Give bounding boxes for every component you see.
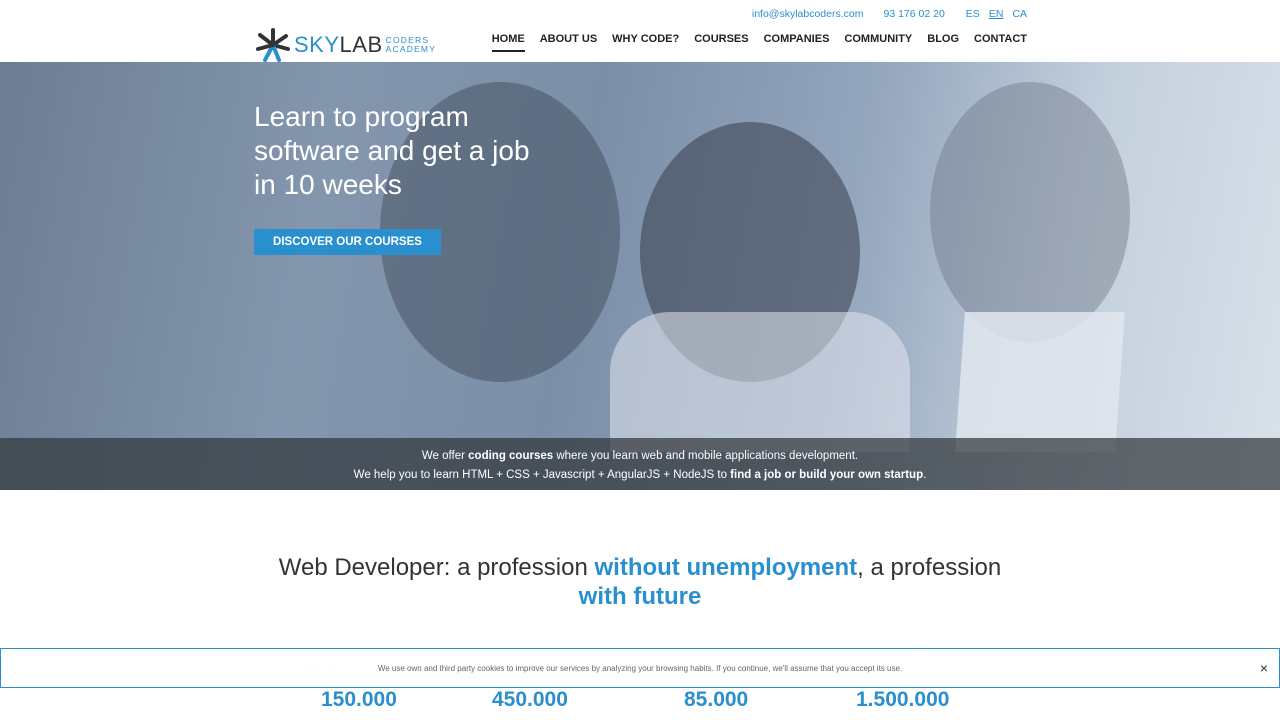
hero-photo-laptop (955, 312, 1125, 452)
discover-courses-button[interactable]: DISCOVER OUR COURSES (254, 229, 441, 255)
hero-photo-person-3 (930, 82, 1130, 342)
hero-line1-prefix: We offer (421, 450, 469, 462)
nav-courses[interactable]: COURSES (694, 33, 748, 52)
section-headline: Web Developer: a profession without unem… (0, 553, 1280, 611)
hero-banner: Learn to program software and get a job … (0, 62, 1280, 490)
hero-line1-suffix: where you learn web and mobile applicati… (553, 450, 859, 462)
nav-companies[interactable]: COMPANIES (764, 33, 830, 52)
star-logo-icon (255, 27, 291, 63)
headline-highlight-2: with future (578, 583, 702, 610)
hero-info-strip: We offer coding courses where you learn … (0, 438, 1280, 490)
hero-line1-bold: coding courses (468, 450, 554, 462)
nav-home[interactable]: HOME (491, 33, 525, 52)
hero-line2-prefix: We help you to learn HTML + CSS + Javasc… (353, 469, 731, 481)
logo-academy: ACADEMY (385, 44, 437, 54)
hero-title: Learn to program software and get a job … (254, 101, 530, 200)
stats-row: 150.000 450.000 85.000 1.500.000 (0, 688, 1280, 720)
stat-value-2: 450.000 (492, 688, 568, 711)
hero-photo-shirt (610, 312, 910, 452)
nav-community[interactable]: COMMUNITY (844, 33, 912, 52)
lang-ca[interactable]: CA (1012, 8, 1027, 20)
close-icon[interactable]: × (1257, 661, 1271, 675)
cookie-banner: We use own and third party cookies to im… (0, 648, 1280, 688)
main-nav: HOME ABOUT US WHY CODE? COURSES COMPANIE… (491, 33, 1027, 52)
hero-line2-bold: find a job or build your own startup (730, 469, 924, 481)
site-header: info@skylabcoders.com 93 176 02 20 ES EN… (0, 0, 1280, 62)
nav-why-code[interactable]: WHY CODE? (612, 33, 679, 52)
nav-about-us[interactable]: ABOUT US (540, 33, 597, 52)
headline-highlight-1: without unemployment (594, 554, 858, 581)
phone-link[interactable]: 93 176 02 20 (883, 8, 944, 20)
hero-line2-suffix: . (923, 469, 927, 481)
lang-en[interactable]: EN (989, 8, 1004, 20)
stat-value-4: 1.500.000 (856, 688, 950, 711)
nav-contact[interactable]: CONTACT (974, 33, 1027, 52)
language-switcher: ES EN CA (966, 8, 1027, 20)
contact-line: info@skylabcoders.com 93 176 02 20 ES EN… (752, 8, 1027, 20)
headline-part-1: Web Developer: a profession (278, 554, 595, 581)
stat-value-3: 85.000 (684, 688, 749, 711)
logo-sky: SKY (294, 32, 340, 57)
email-link[interactable]: info@skylabcoders.com (752, 8, 864, 20)
lang-es[interactable]: ES (966, 8, 980, 20)
logo-lab: LAB (339, 32, 383, 57)
nav-blog[interactable]: BLOG (927, 33, 959, 52)
cookie-text: We use own and third party cookies to im… (377, 663, 903, 673)
logo[interactable]: SKY LAB CODERS ACADEMY (255, 27, 436, 63)
stat-value-1: 150.000 (321, 688, 397, 711)
headline-part-2: , a profession (857, 554, 1002, 581)
